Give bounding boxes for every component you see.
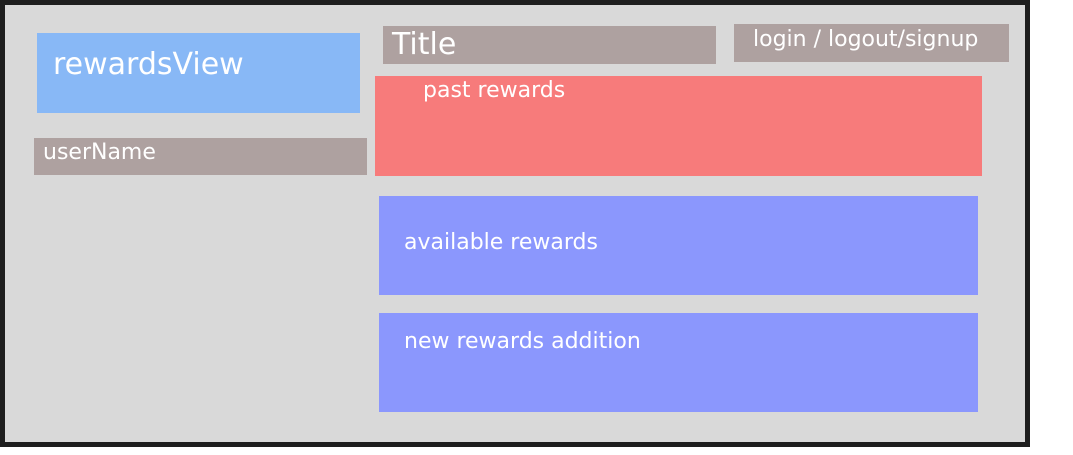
new-rewards-addition-block: new rewards addition: [379, 313, 978, 412]
user-name-block: userName: [34, 138, 367, 175]
rewards-view-block: rewardsView: [37, 33, 360, 113]
wireframe-canvas: rewardsView userName Title login / logou…: [0, 0, 1030, 447]
auth-block: login / logout/signup: [734, 24, 1009, 62]
available-rewards-block: available rewards: [379, 196, 978, 295]
title-block: Title: [383, 26, 716, 64]
past-rewards-block: past rewards: [375, 76, 982, 176]
